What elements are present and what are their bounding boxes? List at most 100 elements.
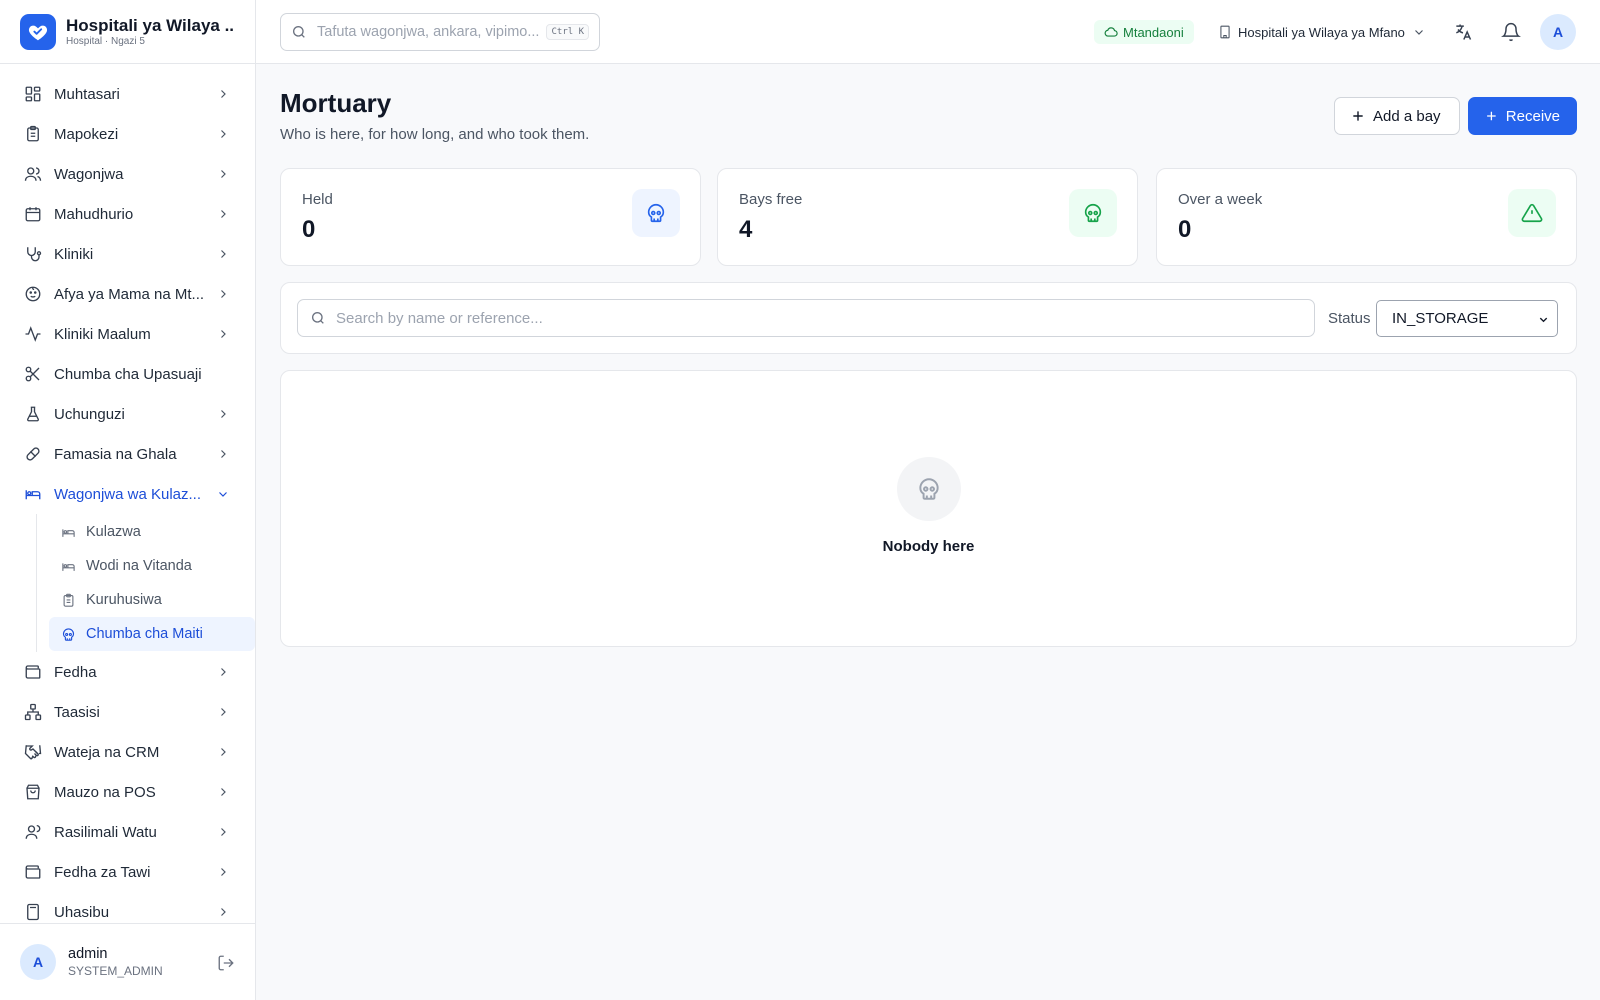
profile-avatar[interactable]: A xyxy=(1540,14,1576,50)
sidebar-item-label: Uchunguzi xyxy=(54,405,125,423)
chevron-right-icon xyxy=(221,908,226,916)
status-filter-label: Status xyxy=(1328,310,1371,327)
sidebar-item-uchunguzi[interactable]: Uchunguzi xyxy=(0,394,255,434)
page-title: Mortuary xyxy=(280,88,392,118)
sidebar-item-label: Afya ya Mama na Mt... xyxy=(54,285,205,303)
chevron-right-icon xyxy=(221,90,226,98)
facility-switcher[interactable]: Hospitali ya Wilaya ya Mfano xyxy=(1218,20,1425,44)
main-content: Mortuary Who is here, for how long, and … xyxy=(256,64,1600,1000)
sidebar-item-muhtasari[interactable]: Muhtasari xyxy=(0,74,255,114)
stat-value: 0 xyxy=(1178,216,1192,243)
sidebar-item-wagonjwa[interactable]: Wagonjwa xyxy=(0,154,255,194)
chevron-right-icon xyxy=(221,130,226,138)
subnav-item-kuruhusiwa[interactable]: Kuruhusiwa xyxy=(49,583,255,617)
online-status-badge: Mtandaoni xyxy=(1094,20,1194,44)
subnav-item-label: Kulazwa xyxy=(86,524,141,540)
sidebar-item-label: Uhasibu xyxy=(54,903,110,921)
search-shortcut-hint: Ctrl K xyxy=(546,24,589,40)
empty-state: Nobody here xyxy=(280,370,1577,647)
alert-triangle-icon xyxy=(1508,189,1556,237)
status-select-value: IN_STORAGE xyxy=(1392,310,1489,327)
chevron-down-icon xyxy=(219,492,227,497)
sidebar-item-label: Taasisi xyxy=(54,703,100,721)
avatar: A xyxy=(20,944,56,980)
sidebar-item-famasia-na-ghala[interactable]: Famasia na Ghala xyxy=(0,434,255,474)
stat-value: 4 xyxy=(739,216,753,243)
shopping-bag-icon xyxy=(26,784,40,800)
bed-icon xyxy=(62,562,75,571)
brand-subtitle: Hospital · Ngazi 5 xyxy=(66,35,145,47)
user-menu[interactable]: A admin SYSTEM_ADMIN xyxy=(0,923,255,1000)
chevron-right-icon xyxy=(221,668,226,676)
sidebar-item-wagonjwa-wa-kulazwa[interactable]: Wagonjwa wa Kulaz... xyxy=(0,474,255,514)
brand[interactable]: Hospitali ya Wilaya ... Hospital · Ngazi… xyxy=(0,0,255,64)
sidebar-item-chumba-cha-upasuaji[interactable]: Chumba cha Upasuaji xyxy=(0,354,255,394)
skull-icon xyxy=(1069,189,1117,237)
chevron-right-icon xyxy=(221,250,226,258)
translate-icon[interactable] xyxy=(1453,22,1473,42)
bell-icon[interactable] xyxy=(1501,22,1521,42)
brand-name: Hospitali ya Wilaya ... xyxy=(66,15,235,35)
subnav-item-label: Wodi na Vitanda xyxy=(86,558,192,574)
sidebar-item-taasisi[interactable]: Taasisi xyxy=(0,692,255,732)
wallet-icon xyxy=(25,665,41,679)
subnav-item-label: Kuruhusiwa xyxy=(86,592,162,608)
stat-label: Held xyxy=(302,191,333,208)
plus-icon xyxy=(1353,111,1363,121)
sidebar-nav: Muhtasari Mapokezi Wagonjwa Mahudhurio K… xyxy=(0,74,255,932)
chevron-right-icon xyxy=(221,410,226,418)
receive-label: Receive xyxy=(1505,107,1560,125)
sidebar-item-kliniki[interactable]: Kliniki xyxy=(0,234,255,274)
stat-value: 0 xyxy=(302,216,316,243)
chevron-right-icon xyxy=(221,330,226,338)
logout-icon[interactable] xyxy=(217,954,235,972)
skull-icon xyxy=(897,457,961,521)
sidebar-item-label: Mauzo na POS xyxy=(54,783,156,801)
skull-icon xyxy=(632,189,680,237)
subnav-item-kulazwa[interactable]: Kulazwa xyxy=(49,515,255,549)
cloud-icon xyxy=(1104,27,1118,37)
receive-button[interactable]: Receive xyxy=(1468,97,1577,135)
chevron-right-icon xyxy=(221,708,226,716)
stat-label: Bays free xyxy=(739,191,803,208)
chevron-right-icon xyxy=(221,788,226,796)
clipboard-icon xyxy=(63,593,74,607)
user-name: admin xyxy=(68,946,108,962)
sidebar-item-label: Kliniki xyxy=(54,245,94,263)
sidebar-item-fedha-za-tawi[interactable]: Fedha za Tawi xyxy=(0,852,255,892)
sidebar-item-label: Fedha xyxy=(54,663,97,681)
mortuary-search[interactable] xyxy=(297,299,1315,337)
topbar: Tafuta wagonjwa, ankara, vipimo... Ctrl … xyxy=(256,0,1600,64)
user-role: SYSTEM_ADMIN xyxy=(68,964,163,978)
sidebar-item-label: Kliniki Maalum xyxy=(54,325,151,343)
sidebar-item-wateja-na-crm[interactable]: Wateja na CRM xyxy=(0,732,255,772)
facility-name: Hospitali ya Wilaya ya Mfano xyxy=(1238,24,1405,40)
inpatient-subnav: Kulazwa Wodi na Vitanda Kuruhusiwa Chumb… xyxy=(36,514,255,652)
sidebar-item-mahudhurio[interactable]: Mahudhurio xyxy=(0,194,255,234)
heart-logo-icon xyxy=(20,13,56,50)
global-search[interactable]: Tafuta wagonjwa, ankara, vipimo... Ctrl … xyxy=(280,13,600,51)
filter-bar: Status IN_STORAGE xyxy=(280,282,1577,354)
stat-card-over-a-week: Over a week 0 xyxy=(1156,168,1577,266)
sidebar-item-label: Famasia na Ghala xyxy=(54,445,177,463)
sidebar-item-mauzo-na-pos[interactable]: Mauzo na POS xyxy=(0,772,255,812)
activity-icon xyxy=(25,326,41,342)
sidebar-item-afya-ya-mama[interactable]: Afya ya Mama na Mt... xyxy=(0,274,255,314)
add-bay-button[interactable]: Add a bay xyxy=(1334,97,1460,135)
pill-icon xyxy=(26,447,40,461)
sidebar-item-fedha[interactable]: Fedha xyxy=(0,652,255,692)
stat-card-bays-free: Bays free 4 xyxy=(717,168,1138,266)
mortuary-search-input[interactable] xyxy=(336,309,1302,327)
sidebar-item-rasilimali-watu[interactable]: Rasilimali Watu xyxy=(0,812,255,852)
wallet-icon xyxy=(25,865,41,879)
sidebar: Hospitali ya Wilaya ... Hospital · Ngazi… xyxy=(0,0,256,1000)
subnav-item-chumba-cha-maiti[interactable]: Chumba cha Maiti xyxy=(49,617,255,651)
sidebar-item-mapokezi[interactable]: Mapokezi xyxy=(0,114,255,154)
status-select[interactable]: IN_STORAGE xyxy=(1376,300,1558,337)
calendar-icon xyxy=(25,207,41,222)
chevron-right-icon xyxy=(221,210,226,218)
subnav-item-wodi-na-vitanda[interactable]: Wodi na Vitanda xyxy=(49,549,255,583)
subnav-item-label: Chumba cha Maiti xyxy=(86,626,203,642)
sidebar-item-kliniki-maalum[interactable]: Kliniki Maalum xyxy=(0,314,255,354)
chevron-right-icon xyxy=(221,748,226,756)
